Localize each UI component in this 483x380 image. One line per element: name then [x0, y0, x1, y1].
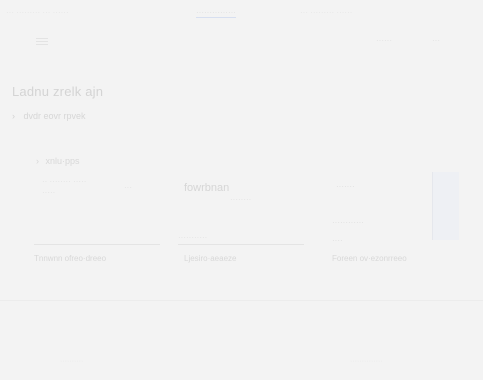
- bottom-link-1[interactable]: Tnnwnn ofreo·dreeo: [34, 254, 106, 263]
- card-3-line: ·······: [336, 182, 355, 191]
- section-label-text: xnlu·pps: [45, 156, 80, 166]
- divider-line: [178, 244, 304, 245]
- card-2-caption: ···········: [178, 233, 208, 242]
- chevron-right-icon: ›: [12, 111, 15, 121]
- top-bar-right-text: ··· ········· ······: [300, 8, 353, 17]
- footer-divider: [0, 300, 483, 301]
- header-action-2[interactable]: ···: [432, 36, 440, 45]
- card-2-line: ········: [230, 195, 252, 204]
- chevron-right-icon: ›: [36, 156, 39, 166]
- side-panel: [432, 172, 459, 240]
- bottom-link-3[interactable]: Foreen ov·ezonrreeo: [332, 254, 407, 263]
- top-bar-link[interactable]: ···············: [196, 8, 236, 18]
- divider-line: [34, 244, 160, 245]
- card-3-line: ····: [332, 236, 343, 245]
- header-action-1[interactable]: ······: [376, 36, 392, 45]
- footer-right: ··············: [350, 358, 383, 365]
- footer-left: ··········: [60, 358, 84, 365]
- card-1-line: ·····: [42, 188, 56, 197]
- brand-logo: fowrbnan: [184, 182, 230, 194]
- card-1: ·· ········ ····· ·····: [42, 176, 86, 198]
- subheading: › dvdr eovr rpvek: [12, 111, 86, 121]
- top-bar: ··· ········· ··· ······ ···············…: [0, 0, 483, 26]
- subheading-text: dvdr eovr rpvek: [23, 111, 86, 121]
- bottom-link-2[interactable]: Ljesiro·aeaeze: [184, 254, 236, 263]
- page-title: Ladnu zrelk ajn: [12, 84, 104, 99]
- section-label: › xnlu·pps: [36, 156, 80, 166]
- menu-icon[interactable]: [36, 36, 48, 46]
- card-1-badge: ···: [124, 183, 132, 192]
- card-1-line: ·· ········ ·····: [42, 177, 87, 186]
- card-2: ········: [230, 194, 251, 205]
- top-bar-left-text: ··· ········· ··· ······: [6, 8, 69, 17]
- card-3-line: ············: [332, 218, 364, 227]
